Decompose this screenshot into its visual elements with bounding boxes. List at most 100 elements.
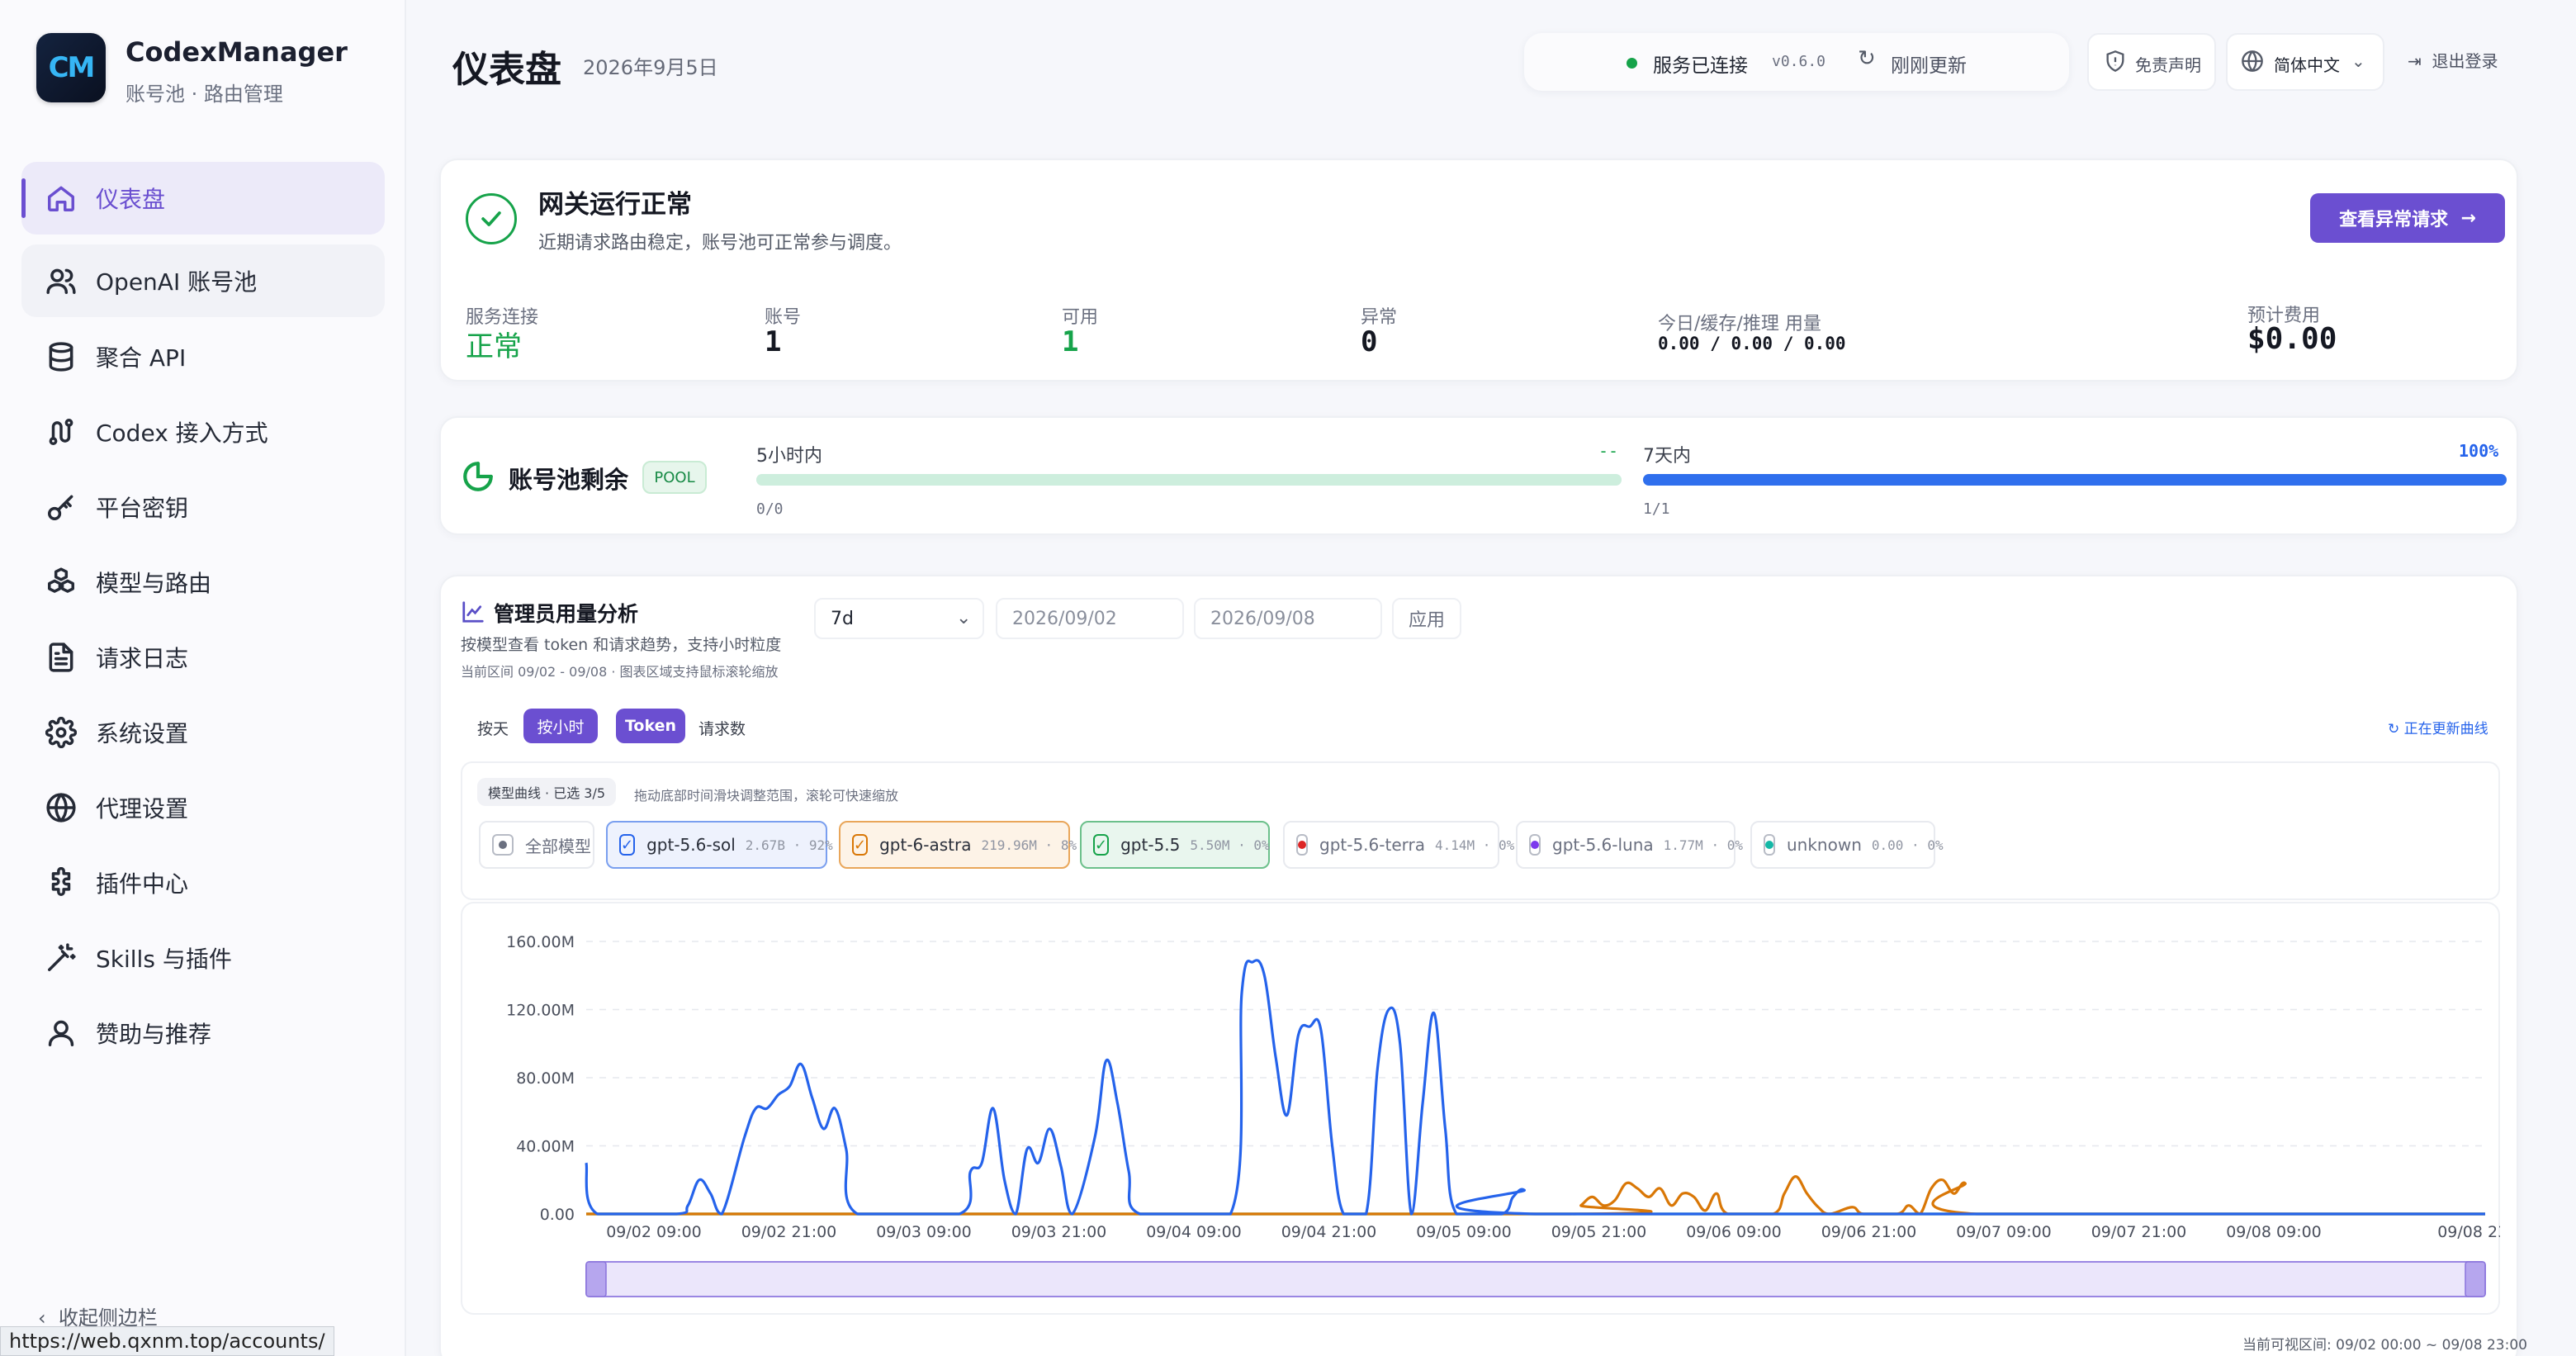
x-tick-label: 09/08 09:00	[2226, 1223, 2322, 1241]
sidebar-item-label: 请求日志	[96, 645, 189, 672]
range-select-value: 7d	[831, 608, 854, 629]
sidebar-item-sponsor[interactable]: 赞助与推荐	[21, 997, 385, 1069]
line-chart-icon	[461, 600, 485, 628]
sidebar-item-system-settings[interactable]: 系统设置	[21, 696, 385, 769]
model-chip-gpt-5-6-terra[interactable]: gpt-5.6-terra 4.14M · 0%	[1283, 821, 1514, 869]
sidebar-item-label: Codex 接入方式	[96, 420, 268, 447]
slider-handle-right[interactable]	[2465, 1261, 2486, 1297]
stat-value-cost: $0.00	[2247, 322, 2337, 356]
sidebar-item-openai-pool[interactable]: OpenAI 账号池	[21, 244, 385, 317]
sidebar-item-models-routes[interactable]: 模型与路由	[21, 546, 385, 619]
model-name: gpt-5.5	[1120, 835, 1181, 855]
page-title: 仪表盘	[452, 49, 561, 91]
model-meta: 1.77M · 0%	[1663, 837, 1743, 853]
spinner-icon: ↻	[2388, 721, 2400, 737]
model-chip-gpt-6-astra[interactable]: ✓ gpt-6-astra 219.96M · 8%	[839, 821, 1077, 869]
x-tick-label: 09/02 21:00	[741, 1223, 837, 1241]
end-date-input[interactable]: 2026/09/08	[1194, 598, 1382, 639]
sidebar-item-plugin-center[interactable]: 插件中心	[21, 846, 385, 919]
apply-button[interactable]: 应用	[1392, 598, 1461, 639]
updating-indicator: ↻ 正在更新曲线	[2388, 717, 2488, 737]
wand-icon	[43, 940, 79, 976]
x-tick-label: 09/06 21:00	[1821, 1223, 1917, 1241]
app-name: CodexManager	[125, 36, 348, 68]
pie-chart-icon	[461, 459, 495, 497]
sidebar-item-codex-access[interactable]: Codex 接入方式	[21, 396, 385, 468]
arrow-right-icon: →	[2460, 207, 2476, 229]
pool-title: 账号池剩余	[509, 466, 629, 494]
pool-7d-percent: 100%	[2459, 441, 2499, 461]
users-icon	[43, 263, 79, 299]
model-chip-unknown[interactable]: unknown 0.00 · 0%	[1750, 821, 1944, 869]
pool-5h-label: 5小时内	[756, 446, 822, 467]
model-chip--[interactable]: 全部模型	[479, 821, 594, 869]
checkbox-icon	[1764, 834, 1775, 856]
logout-button[interactable]: ⇥ 退出登录	[2408, 48, 2498, 72]
sidebar-item-aggregate-api[interactable]: 聚合 API	[21, 320, 385, 393]
gateway-description: 近期请求路由稳定，账号池可正常参与调度。	[538, 233, 902, 254]
x-tick-label: 09/07 09:00	[1956, 1223, 2052, 1241]
model-name: 全部模型	[525, 836, 591, 856]
start-date-input[interactable]: 2026/09/02	[996, 598, 1184, 639]
sidebar-item-proxy-settings[interactable]: 代理设置	[21, 771, 385, 844]
refresh-status[interactable]: 刚刚更新	[1891, 50, 1967, 78]
usage-line-chart[interactable]: 0.00 40.00M 80.00M 120.00M 160.00M 09/02 09:0…	[461, 908, 2500, 1313]
model-name: gpt-5.6-luna	[1552, 835, 1654, 855]
model-name: gpt-5.6-sol	[646, 835, 736, 855]
version-badge: v0.6.0	[1772, 53, 1826, 70]
y-tick-label: 120.00M	[506, 1002, 575, 1020]
checkbox-icon	[492, 834, 514, 856]
checkbox-checked-icon: ✓	[1093, 834, 1110, 856]
check-circle-icon	[466, 193, 517, 244]
pool-badge: POOL	[642, 461, 707, 494]
sidebar-item-label: 平台密钥	[96, 495, 189, 522]
gateway-title: 网关运行正常	[538, 190, 692, 220]
metric-requests-button[interactable]: 请求数	[698, 717, 746, 739]
granularity-hour-button[interactable]: 按小时	[523, 709, 598, 743]
apply-label: 应用	[1408, 610, 1445, 631]
model-meta: 4.14M · 0%	[1434, 837, 1515, 853]
y-tick-label: 80.00M	[516, 1069, 575, 1088]
view-errors-label: 查看异常请求	[2339, 210, 2449, 230]
language-select[interactable]: 简体中文 ⌄	[2226, 33, 2384, 91]
stat-value-connection: 正常	[466, 330, 522, 363]
model-meta: 5.50M · 0%	[1190, 837, 1270, 853]
stat-value-errors: 0	[1361, 325, 1378, 358]
gateway-status-card: 网关运行正常 近期请求路由稳定，账号池可正常参与调度。 查看异常请求 → 服务连…	[439, 159, 2518, 382]
sidebar-item-platform-keys[interactable]: 平台密钥	[21, 471, 385, 543]
checkbox-checked-icon: ✓	[852, 834, 869, 856]
sidebar-item-request-log[interactable]: 请求日志	[21, 621, 385, 694]
logout-label: 退出登录	[2432, 51, 2498, 71]
pool-5h-percent: --	[1598, 441, 1619, 461]
model-chip-gpt-5-6-sol[interactable]: ✓ gpt-5.6-sol 2.67B · 92%	[606, 821, 833, 869]
granularity-day-button[interactable]: 按天	[477, 717, 509, 739]
pool-5h-track	[756, 474, 1622, 486]
checkbox-checked-icon: ✓	[619, 834, 636, 856]
model-meta: 219.96M · 8%	[981, 837, 1077, 853]
gear-icon	[43, 714, 79, 751]
database-icon	[43, 339, 79, 375]
time-range-slider[interactable]	[585, 1261, 2486, 1297]
end-date-value: 2026/09/08	[1210, 608, 1315, 629]
range-select[interactable]: 7d ⌄	[814, 598, 984, 639]
model-chip-gpt-5-5[interactable]: ✓ gpt-5.5 5.50M · 0%	[1080, 821, 1270, 869]
disclaimer-button[interactable]: 免责声明	[2087, 33, 2216, 91]
sidebar: CM CodexManager 账号池 · 路由管理 仪表盘 OpenAI 账号…	[0, 0, 406, 1356]
metric-token-button[interactable]: Token	[616, 709, 685, 743]
sidebar-item-label: 系统设置	[96, 720, 189, 747]
sidebar-item-skills-plugins[interactable]: Skills 与插件	[21, 922, 385, 994]
slider-handle-left[interactable]	[585, 1261, 607, 1297]
logout-icon: ⇥	[2408, 51, 2422, 71]
stat-value-accounts: 1	[765, 325, 782, 358]
refresh-icon[interactable]: ↻	[1858, 46, 1876, 71]
view-errors-button[interactable]: 查看异常请求 →	[2310, 193, 2505, 243]
selection-count: 模型曲线 · 已选 3/5	[477, 778, 616, 806]
x-tick-label: 09/03 21:00	[1011, 1223, 1107, 1241]
selection-hint: 拖动底部时间滑块调整范围，滚轮可快速缩放	[634, 788, 899, 804]
puzzle-icon	[43, 865, 79, 901]
globe-icon	[43, 789, 79, 826]
sidebar-item-dashboard[interactable]: 仪表盘	[21, 162, 385, 235]
model-chip-gpt-5-6-luna[interactable]: gpt-5.6-luna 1.77M · 0%	[1516, 821, 1743, 869]
visible-range-text: 当前可视区间: 09/02 00:00 ~ 09/08 23:00	[2242, 1337, 2527, 1354]
sidebar-item-label: Skills 与插件	[96, 946, 232, 973]
